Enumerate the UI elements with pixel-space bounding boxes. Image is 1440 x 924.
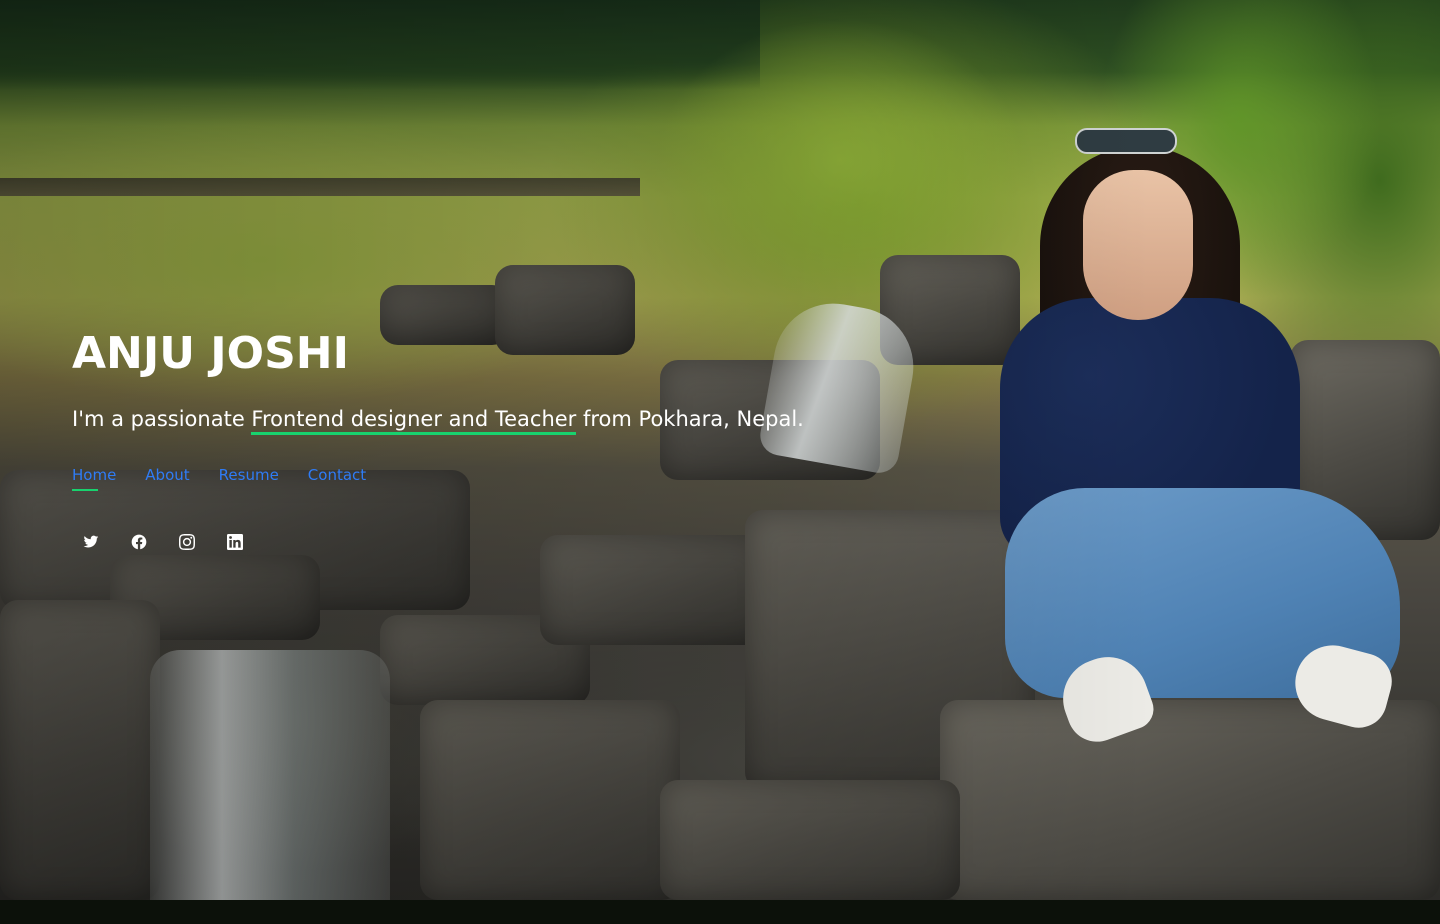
tagline-suffix: from Pokhara, Nepal. <box>576 407 804 431</box>
nav-contact[interactable]: Contact <box>308 465 366 491</box>
linkedin-icon <box>227 534 243 550</box>
hero-section: ANJU JOSHI I'm a passionate Frontend des… <box>0 0 1440 900</box>
nav-resume[interactable]: Resume <box>219 465 279 491</box>
site-title: ANJU JOSHI <box>72 328 349 379</box>
tagline-prefix: I'm a passionate <box>72 407 252 431</box>
nav-about[interactable]: About <box>145 465 189 491</box>
hero-tagline: I'm a passionate Frontend designer and T… <box>72 404 972 435</box>
linkedin-link[interactable] <box>224 531 246 553</box>
instagram-link[interactable] <box>176 531 198 553</box>
nav-home[interactable]: Home <box>72 465 116 491</box>
social-links <box>80 531 972 553</box>
facebook-link[interactable] <box>128 531 150 553</box>
main-nav: Home About Resume Contact <box>72 465 972 491</box>
typed-text: Frontend designer and Teacher <box>251 406 577 435</box>
twitter-link[interactable] <box>80 531 102 553</box>
hero-content: ANJU JOSHI I'm a passionate Frontend des… <box>72 324 972 553</box>
facebook-icon <box>131 534 147 550</box>
page-bottom <box>0 900 1440 924</box>
twitter-icon <box>83 535 99 548</box>
instagram-icon <box>179 534 195 550</box>
